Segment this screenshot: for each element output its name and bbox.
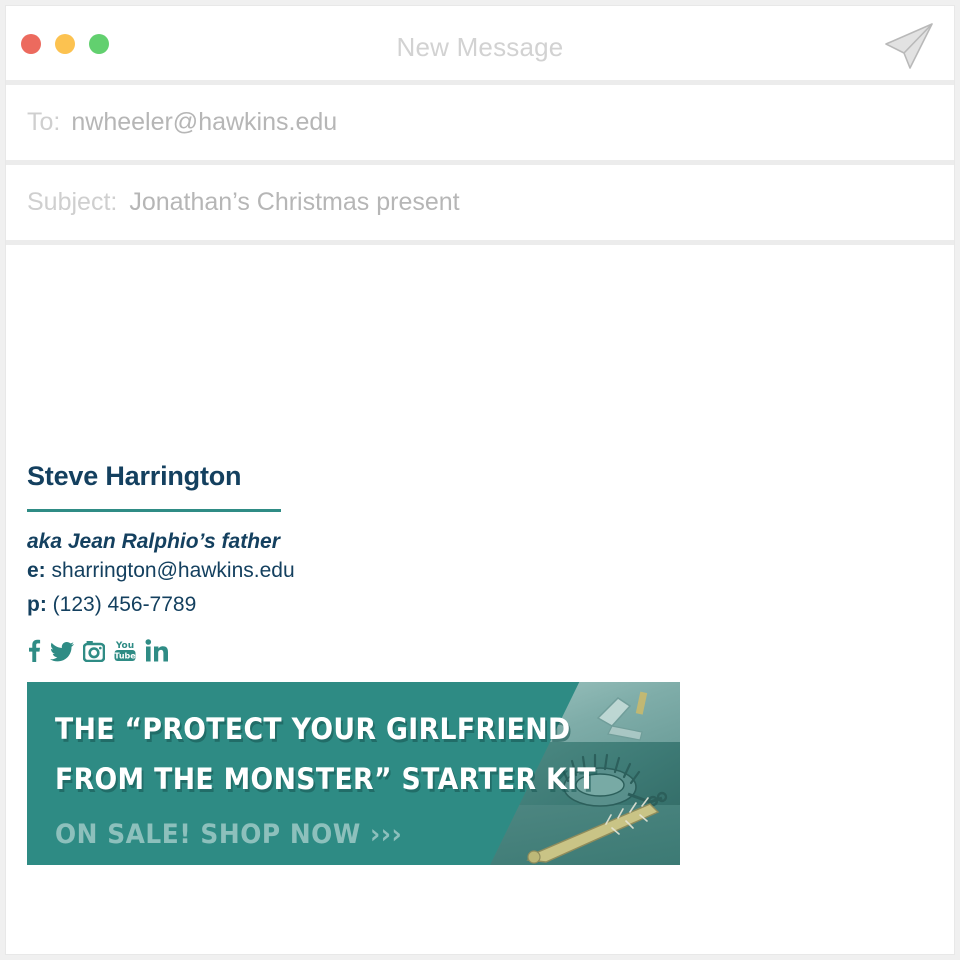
email-signature: Steve Harrington aka Jean Ralphio’s fath…: [27, 463, 727, 662]
paper-plane-icon: [882, 20, 936, 72]
to-field-row[interactable]: To: nwheeler@hawkins.edu: [6, 85, 954, 165]
signature-email-line: e: sharrington@hawkins.edu: [27, 554, 727, 588]
page-title: New Message: [396, 32, 564, 62]
subject-label: Subject:: [27, 188, 118, 216]
subject-field-row[interactable]: Subject: Jonathan’s Christmas present: [6, 165, 954, 245]
to-input[interactable]: nwheeler@hawkins.edu: [71, 108, 337, 137]
instagram-icon[interactable]: [83, 640, 105, 662]
svg-text:Tube: Tube: [114, 651, 136, 660]
signature-phone-line: p: (123) 456-7789: [27, 588, 727, 622]
message-body[interactable]: Steve Harrington aka Jean Ralphio’s fath…: [6, 245, 954, 936]
signature-phone-value: (123) 456-7789: [52, 592, 197, 616]
social-icon-row: You Tube: [27, 636, 727, 662]
signature-phone-label: p:: [27, 592, 47, 616]
twitter-icon[interactable]: [50, 639, 74, 662]
signature-email-label: e:: [27, 558, 46, 582]
promo-text: THE “PROTECT YOUR GIRLFRIEND FROM THE MO…: [55, 705, 615, 850]
subject-input[interactable]: Jonathan’s Christmas present: [129, 188, 459, 217]
compose-window: New Message To: nwheeler@hawkins.edu Sub…: [5, 5, 955, 955]
signature-tagline: aka Jean Ralphio’s father: [27, 530, 280, 553]
svg-text:You: You: [115, 641, 134, 651]
facebook-icon[interactable]: [27, 639, 41, 662]
send-button[interactable]: [882, 20, 936, 72]
linkedin-icon[interactable]: [145, 638, 168, 662]
signature-divider: [27, 509, 281, 512]
promo-headline-line-1: THE “PROTECT YOUR GIRLFRIEND: [55, 712, 571, 746]
signature-email-value[interactable]: sharrington@hawkins.edu: [52, 559, 295, 582]
youtube-icon[interactable]: You Tube: [114, 638, 136, 662]
promo-headline-line-2: FROM THE MONSTER” STARTER KIT: [55, 761, 596, 796]
promo-cta[interactable]: ON SALE! SHOP NOW ›››: [55, 819, 570, 850]
title-bar: New Message: [6, 6, 954, 85]
promo-banner[interactable]: THE “PROTECT YOUR GIRLFRIEND FROM THE MO…: [27, 682, 680, 865]
to-label: To:: [27, 108, 61, 136]
signature-name: Steve Harrington: [27, 461, 242, 491]
